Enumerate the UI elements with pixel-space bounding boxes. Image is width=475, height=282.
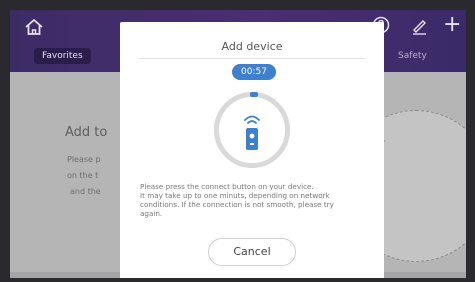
background-text-line: on the t bbox=[67, 171, 99, 180]
app-screen: + Favorites Safety Add to Please p on th… bbox=[10, 10, 466, 278]
add-device-dialog: Add device 00:57 Please press the connec… bbox=[120, 22, 384, 278]
cancel-button[interactable]: Cancel bbox=[208, 238, 296, 266]
home-icon[interactable] bbox=[23, 16, 45, 38]
instruction-text: Please press the connect button on your … bbox=[140, 182, 366, 218]
countdown-timer: 00:57 bbox=[232, 64, 276, 80]
edit-icon[interactable] bbox=[410, 17, 428, 35]
background-title: Add to bbox=[65, 125, 108, 140]
tab-favorites[interactable]: Favorites bbox=[34, 48, 91, 64]
plus-icon[interactable]: + bbox=[443, 14, 461, 36]
dialog-title: Add device bbox=[221, 40, 283, 53]
instruction-line: again. bbox=[140, 209, 163, 218]
wifi-icon bbox=[244, 115, 260, 124]
tab-safety[interactable]: Safety bbox=[398, 51, 427, 61]
dialog-divider bbox=[138, 58, 366, 59]
instruction-line: conditions. If the connection is not smo… bbox=[140, 200, 334, 209]
background-text-line: Please p bbox=[67, 155, 101, 164]
background-text-line: and the bbox=[70, 187, 101, 196]
instruction-line: Please press the connect button on your … bbox=[140, 182, 314, 191]
progress-ring-accent bbox=[250, 92, 258, 97]
instruction-line: It may take up to one minuts, depending … bbox=[140, 191, 330, 200]
remote-device-icon bbox=[244, 115, 260, 150]
